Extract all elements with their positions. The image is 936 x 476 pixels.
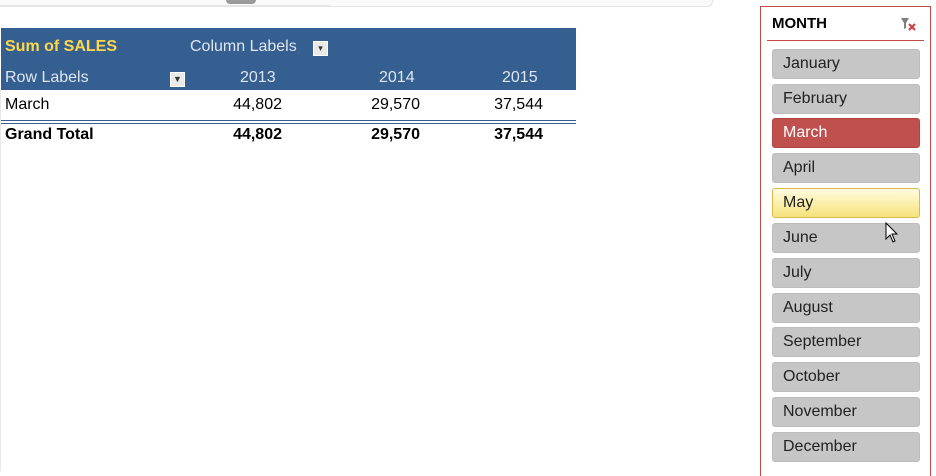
year-header[interactable]: 2015: [502, 68, 538, 88]
clear-filter-icon[interactable]: [900, 16, 916, 32]
slicer-item-november[interactable]: November: [772, 397, 920, 427]
row-labels-header[interactable]: Row Labels: [5, 68, 89, 88]
value-cell[interactable]: 44,802: [202, 96, 282, 114]
slicer-divider: [767, 40, 924, 41]
slicer-item-september[interactable]: September: [772, 327, 920, 357]
value-field-label[interactable]: Sum of SALES: [5, 37, 117, 57]
slicer-item-august[interactable]: August: [772, 293, 920, 323]
grand-total-value[interactable]: 37,544: [463, 126, 543, 144]
slicer-item-july[interactable]: July: [772, 258, 920, 288]
slicer-item-january[interactable]: January: [772, 49, 920, 79]
value-cell[interactable]: 29,570: [340, 96, 420, 114]
slicer-item-march[interactable]: March: [772, 118, 920, 148]
month-slicer: MONTH January February March April May J…: [760, 6, 931, 476]
shape-handle: [226, 0, 256, 4]
grand-total-row: Grand Total 44,802 29,570 37,544: [1, 124, 576, 150]
grand-total-value[interactable]: 44,802: [202, 126, 282, 144]
slicer-item-may[interactable]: May: [772, 188, 920, 218]
row-label[interactable]: March: [5, 96, 49, 114]
value-cell[interactable]: 37,544: [463, 96, 543, 114]
column-labels-header[interactable]: Column Labels: [190, 37, 297, 57]
grand-total-label[interactable]: Grand Total: [5, 126, 94, 144]
slicer-item-december[interactable]: December: [772, 432, 920, 462]
gridline: [0, 5, 330, 6]
pivot-table: Sum of SALES Column Labels ▾ Row Labels …: [1, 28, 576, 150]
row-labels-filter-button[interactable]: ▼: [170, 72, 185, 87]
mouse-pointer-icon: [885, 222, 899, 243]
dropdown-arrow-icon: ▾: [318, 43, 323, 53]
filter-icon: ▼: [173, 74, 182, 84]
slicer-item-october[interactable]: October: [772, 362, 920, 392]
year-header[interactable]: 2014: [379, 68, 415, 88]
slicer-title: MONTH: [772, 15, 827, 32]
year-header[interactable]: 2013: [240, 68, 276, 88]
pivot-row: March 44,802 29,570 37,544: [1, 90, 576, 120]
pivot-header: Sum of SALES Column Labels ▾ Row Labels …: [1, 28, 576, 90]
slicer-item-february[interactable]: February: [772, 84, 920, 114]
slicer-item-april[interactable]: April: [772, 153, 920, 183]
column-labels-dropdown[interactable]: ▾: [313, 41, 328, 56]
grand-total-value[interactable]: 29,570: [340, 126, 420, 144]
separator-line: [1, 120, 576, 121]
